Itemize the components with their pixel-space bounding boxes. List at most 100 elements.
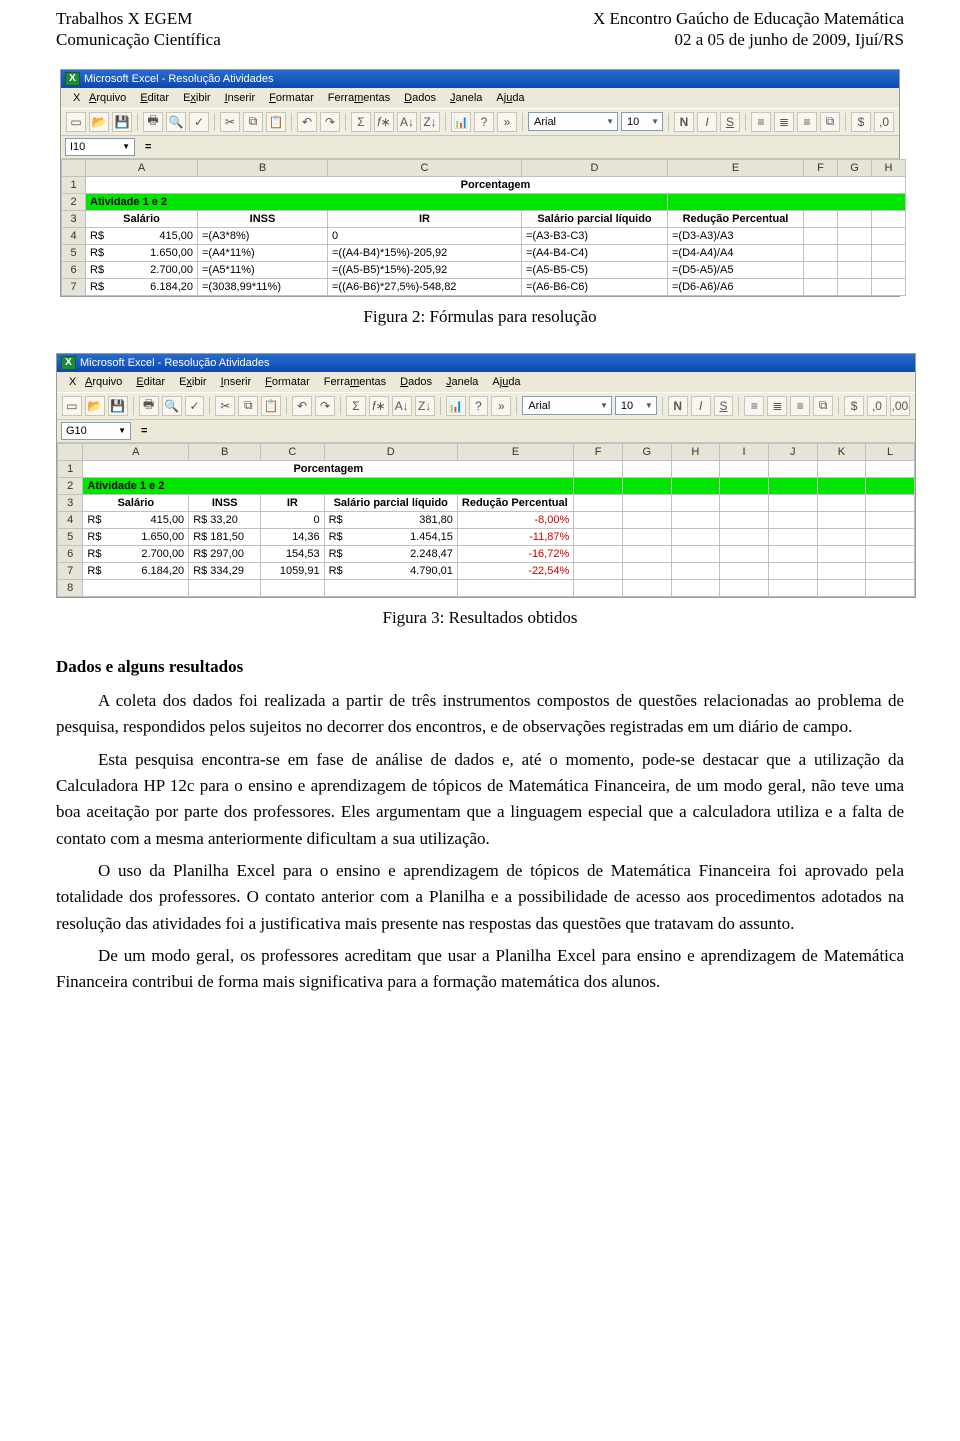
align-left-icon[interactable]: ≡ xyxy=(751,112,771,132)
cell[interactable] xyxy=(768,477,817,494)
cell[interactable] xyxy=(671,579,720,596)
col-header[interactable]: D xyxy=(324,443,457,460)
cell[interactable] xyxy=(261,579,324,596)
cell[interactable]: Porcentagem xyxy=(83,460,574,477)
cell[interactable] xyxy=(668,193,906,210)
new-icon[interactable]: ▭ xyxy=(66,112,86,132)
cell[interactable] xyxy=(872,227,906,244)
font-size-select[interactable]: 10▼ xyxy=(615,396,657,415)
cell[interactable] xyxy=(622,545,671,562)
cell[interactable]: R$415,00 xyxy=(83,511,189,528)
bold-button[interactable]: N xyxy=(668,396,688,416)
redo-icon[interactable]: ↷ xyxy=(315,396,335,416)
menu-ajuda[interactable]: Ajuda xyxy=(490,90,530,106)
font-name-select[interactable]: Arial▼ xyxy=(528,112,618,131)
cell[interactable]: -16,72% xyxy=(457,545,573,562)
cell[interactable] xyxy=(866,477,915,494)
align-center-icon[interactable]: ≣ xyxy=(774,112,794,132)
decrease-decimal-icon[interactable]: ,00 xyxy=(890,396,910,416)
cell[interactable] xyxy=(866,545,915,562)
cell[interactable] xyxy=(866,562,915,579)
cell[interactable]: R$2.248,47 xyxy=(324,545,457,562)
row-header[interactable]: 6 xyxy=(58,545,83,562)
cell[interactable] xyxy=(838,244,872,261)
italic-button[interactable]: I xyxy=(697,112,717,132)
cell[interactable]: R$1.650,00 xyxy=(86,244,198,261)
cell[interactable] xyxy=(671,562,720,579)
cell[interactable] xyxy=(804,244,838,261)
cell[interactable] xyxy=(720,477,769,494)
autosum-icon[interactable]: Σ xyxy=(351,112,371,132)
cell[interactable] xyxy=(817,528,866,545)
cell[interactable]: 1059,91 xyxy=(261,562,324,579)
menu-exibir[interactable]: Exibir xyxy=(177,90,217,106)
row-header[interactable]: 5 xyxy=(58,528,83,545)
cell[interactable]: IR xyxy=(328,210,522,227)
cell[interactable]: =(A4-B4-C4) xyxy=(522,244,668,261)
cell[interactable]: =(A4*11%) xyxy=(198,244,328,261)
fx-icon[interactable]: f∗ xyxy=(374,112,394,132)
underline-button[interactable]: S xyxy=(714,396,734,416)
col-header[interactable]: B xyxy=(189,443,261,460)
cell[interactable]: 154,53 xyxy=(261,545,324,562)
cell[interactable]: 14,36 xyxy=(261,528,324,545)
help-icon[interactable]: ? xyxy=(474,112,494,132)
cell[interactable] xyxy=(720,528,769,545)
cell[interactable] xyxy=(872,244,906,261)
currency-icon[interactable]: $ xyxy=(844,396,864,416)
cell[interactable] xyxy=(324,579,457,596)
row-header[interactable]: 7 xyxy=(58,562,83,579)
cell[interactable] xyxy=(574,494,623,511)
row-header[interactable]: 1 xyxy=(58,460,83,477)
sort-asc-icon[interactable]: A↓ xyxy=(392,396,412,416)
col-header[interactable]: A xyxy=(83,443,189,460)
copy-icon[interactable]: ⧉ xyxy=(238,396,258,416)
redo-icon[interactable]: ↷ xyxy=(320,112,340,132)
menu-ferramentas[interactable]: Ferramentas xyxy=(322,90,396,106)
align-center-icon[interactable]: ≣ xyxy=(767,396,787,416)
cell[interactable]: =((A4-B4)*15%)-205,92 xyxy=(328,244,522,261)
col-header[interactable]: J xyxy=(768,443,817,460)
col-header[interactable]: B xyxy=(198,159,328,176)
undo-icon[interactable]: ↶ xyxy=(297,112,317,132)
print-icon[interactable]: 🖶 xyxy=(143,112,163,132)
open-icon[interactable]: 📂 xyxy=(85,396,105,416)
col-header[interactable]: F xyxy=(574,443,623,460)
cell[interactable]: 0 xyxy=(328,227,522,244)
cell[interactable]: -8,00% xyxy=(457,511,573,528)
align-left-icon[interactable]: ≡ xyxy=(744,396,764,416)
cell[interactable]: 0 xyxy=(261,511,324,528)
col-header[interactable]: A xyxy=(86,159,198,176)
cell[interactable] xyxy=(671,511,720,528)
row-header[interactable]: 2 xyxy=(58,477,83,494)
cell[interactable] xyxy=(838,261,872,278)
more-icon[interactable]: » xyxy=(497,112,517,132)
row-header[interactable]: 4 xyxy=(58,511,83,528)
cell[interactable] xyxy=(817,477,866,494)
merge-center-icon[interactable]: ⧉ xyxy=(820,112,840,132)
cell[interactable]: R$1.454,15 xyxy=(324,528,457,545)
name-box[interactable]: I10▼ xyxy=(65,138,135,156)
cell[interactable] xyxy=(866,528,915,545)
cell[interactable] xyxy=(768,562,817,579)
cell[interactable]: =(D3-A3)/A3 xyxy=(668,227,804,244)
menu-formatar[interactable]: Formatar xyxy=(259,374,316,390)
row-header[interactable]: 6 xyxy=(62,261,86,278)
row-header[interactable]: 4 xyxy=(62,227,86,244)
row-header[interactable]: 2 xyxy=(62,193,86,210)
cell[interactable] xyxy=(574,545,623,562)
cell[interactable] xyxy=(768,579,817,596)
cell[interactable] xyxy=(574,511,623,528)
increase-decimal-icon[interactable]: ,0 xyxy=(874,112,894,132)
print-icon[interactable]: 🖶 xyxy=(139,396,159,416)
cell[interactable] xyxy=(872,261,906,278)
cell[interactable] xyxy=(817,494,866,511)
cell[interactable] xyxy=(622,579,671,596)
cell[interactable]: INSS xyxy=(189,494,261,511)
font-size-select[interactable]: 10▼ xyxy=(621,112,663,131)
cell[interactable] xyxy=(804,227,838,244)
new-icon[interactable]: ▭ xyxy=(62,396,82,416)
cell[interactable] xyxy=(622,528,671,545)
cell[interactable] xyxy=(622,477,671,494)
cell[interactable] xyxy=(720,511,769,528)
